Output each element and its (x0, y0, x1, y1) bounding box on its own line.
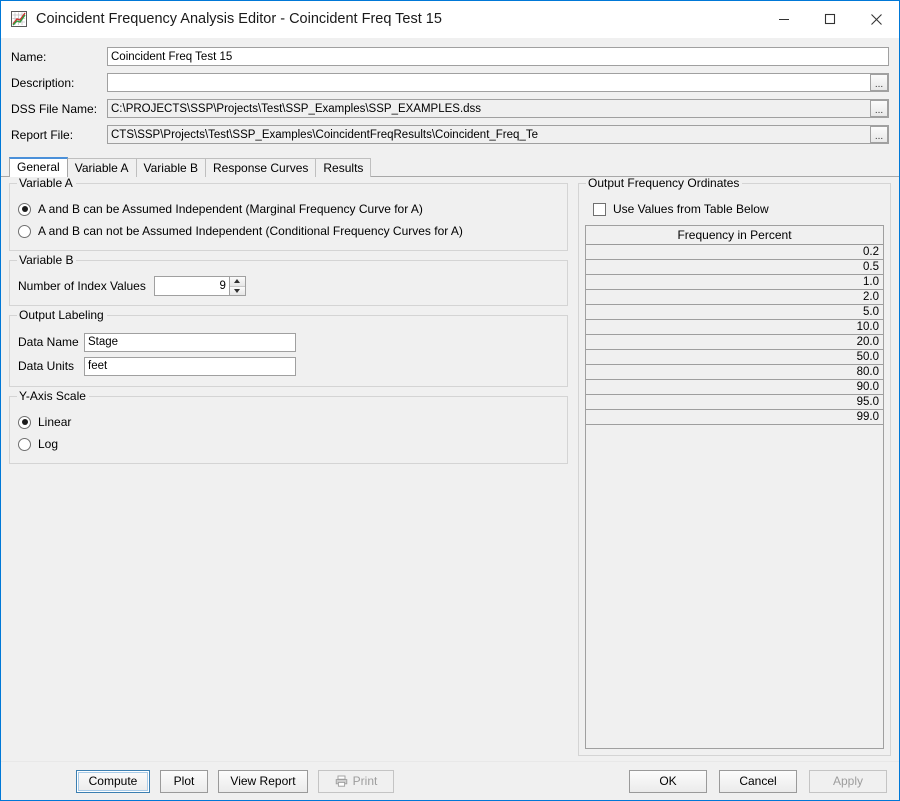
general-tab-panel: Variable A A and B can be Assumed Indepe… (1, 177, 899, 761)
table-row[interactable]: 99.0 (586, 410, 883, 425)
report-file-row: Report File: ... (11, 124, 889, 145)
use-values-checkbox[interactable] (593, 202, 606, 216)
dss-file-browse-button[interactable]: ... (870, 100, 888, 117)
table-row[interactable]: 0.5 (586, 260, 883, 275)
maximize-button[interactable] (807, 1, 853, 37)
tab-response-curves[interactable]: Response Curves (205, 158, 317, 177)
data-units-input[interactable] (84, 356, 296, 376)
tab-bar: General Variable A Variable B Response C… (1, 156, 899, 177)
y-axis-scale-legend: Y-Axis Scale (17, 389, 89, 403)
coincident-frequency-analysis-editor-window: Coincident Frequency Analysis Editor - C… (0, 0, 900, 801)
report-file-label: Report File: (11, 127, 74, 142)
dss-file-row: DSS File Name: ... (11, 98, 889, 119)
table-row[interactable]: 5.0 (586, 305, 883, 320)
table-row[interactable]: 50.0 (586, 350, 883, 365)
name-label: Name: (11, 49, 47, 64)
plot-button[interactable]: Plot (160, 769, 208, 793)
data-name-label: Data Name (18, 335, 79, 349)
y-axis-option-linear[interactable]: Linear (18, 411, 559, 433)
variable-a-legend: Variable A (17, 177, 76, 190)
frequency-table-body: 0.2 0.5 1.0 2.0 5.0 10.0 20.0 50.0 80.0 … (586, 245, 883, 425)
frequency-table[interactable]: Frequency in Percent 0.2 0.5 1.0 2.0 5.0… (585, 225, 884, 749)
variable-b-group: Variable B Number of Index Values 9 (9, 253, 568, 306)
tab-variable-a[interactable]: Variable A (66, 158, 137, 177)
number-of-index-values-stepper[interactable]: 9 (153, 276, 246, 296)
description-label: Description: (11, 75, 75, 90)
data-units-label: Data Units (18, 359, 75, 373)
tab-results[interactable]: Results (315, 158, 372, 177)
compute-button[interactable]: Compute (76, 769, 150, 793)
use-values-label: Use Values from Table Below (613, 202, 769, 216)
header-form: Name: Description: ... DSS File Name: ..… (1, 38, 899, 154)
radio-icon-linear[interactable] (18, 415, 31, 429)
output-labeling-group: Output Labeling Data Name Data Units (9, 308, 568, 387)
print-button-label: Print (352, 774, 378, 788)
tab-general[interactable]: General (9, 157, 68, 177)
number-of-index-values-row: Number of Index Values 9 (18, 275, 559, 297)
output-labeling-legend: Output Labeling (17, 308, 107, 322)
print-button: Print (318, 769, 394, 793)
cancel-button[interactable]: Cancel (719, 769, 797, 793)
apply-button: Apply (809, 769, 887, 793)
description-row: Description: ... (11, 72, 889, 93)
data-units-row: Data Units (18, 354, 559, 378)
y-axis-scale-group: Y-Axis Scale Linear Log (9, 389, 568, 464)
variable-b-legend: Variable B (17, 253, 77, 267)
printer-icon (335, 775, 348, 787)
output-frequency-ordinates-legend: Output Frequency Ordinates (586, 177, 743, 190)
radio-icon-independent[interactable] (18, 202, 31, 216)
table-row[interactable]: 90.0 (586, 380, 883, 395)
table-row[interactable]: 0.2 (586, 245, 883, 260)
left-pane: Variable A A and B can be Assumed Indepe… (1, 177, 576, 761)
table-row[interactable]: 1.0 (586, 275, 883, 290)
ok-button[interactable]: OK (629, 769, 707, 793)
window-title: Coincident Frequency Analysis Editor - C… (36, 11, 442, 27)
number-of-index-values-label: Number of Index Values (18, 279, 146, 293)
window-controls (761, 1, 899, 37)
close-button[interactable] (853, 1, 899, 37)
y-axis-option-linear-label: Linear (38, 415, 72, 429)
data-name-row: Data Name (18, 330, 559, 354)
use-values-from-table-row[interactable]: Use Values from Table Below (593, 199, 886, 219)
minimize-button[interactable] (761, 1, 807, 37)
dss-file-label: DSS File Name: (11, 101, 98, 116)
description-input[interactable] (107, 73, 889, 92)
radio-icon-log[interactable] (18, 437, 31, 451)
variable-a-option-not-independent-label: A and B can not be Assumed Independent (… (38, 224, 463, 238)
title-bar: Coincident Frequency Analysis Editor - C… (1, 1, 899, 38)
variable-a-option-independent-label: A and B can be Assumed Independent (Marg… (38, 202, 423, 216)
y-axis-option-log-label: Log (38, 437, 59, 451)
report-file-input[interactable] (107, 125, 889, 144)
stepper-up-icon[interactable] (229, 277, 245, 286)
name-row: Name: (11, 46, 889, 67)
right-pane: Output Frequency Ordinates Use Values fr… (576, 177, 899, 761)
name-input[interactable] (107, 47, 889, 66)
table-row[interactable]: 10.0 (586, 320, 883, 335)
report-file-browse-button[interactable]: ... (870, 126, 888, 143)
radio-icon-not-independent[interactable] (18, 224, 31, 238)
table-row[interactable]: 95.0 (586, 395, 883, 410)
table-row[interactable]: 20.0 (586, 335, 883, 350)
table-row[interactable]: 80.0 (586, 365, 883, 380)
variable-a-option-independent[interactable]: A and B can be Assumed Independent (Marg… (18, 198, 559, 220)
y-axis-option-log[interactable]: Log (18, 433, 559, 455)
number-of-index-values-value[interactable]: 9 (155, 277, 229, 295)
chart-graph-icon (11, 11, 27, 27)
dss-file-input[interactable] (107, 99, 889, 118)
data-name-input[interactable] (84, 332, 296, 352)
table-row[interactable]: 2.0 (586, 290, 883, 305)
output-frequency-ordinates-group: Output Frequency Ordinates Use Values fr… (578, 177, 891, 756)
stepper-down-icon[interactable] (229, 285, 245, 295)
variable-a-option-not-independent[interactable]: A and B can not be Assumed Independent (… (18, 220, 559, 242)
view-report-button[interactable]: View Report (218, 769, 308, 793)
dialog-button-bar: Compute Plot View Report Print OK Cancel… (1, 761, 899, 800)
tab-variable-b[interactable]: Variable B (135, 158, 206, 177)
description-browse-button[interactable]: ... (870, 74, 888, 91)
variable-a-group: Variable A A and B can be Assumed Indepe… (9, 177, 568, 251)
frequency-table-header: Frequency in Percent (586, 226, 883, 245)
